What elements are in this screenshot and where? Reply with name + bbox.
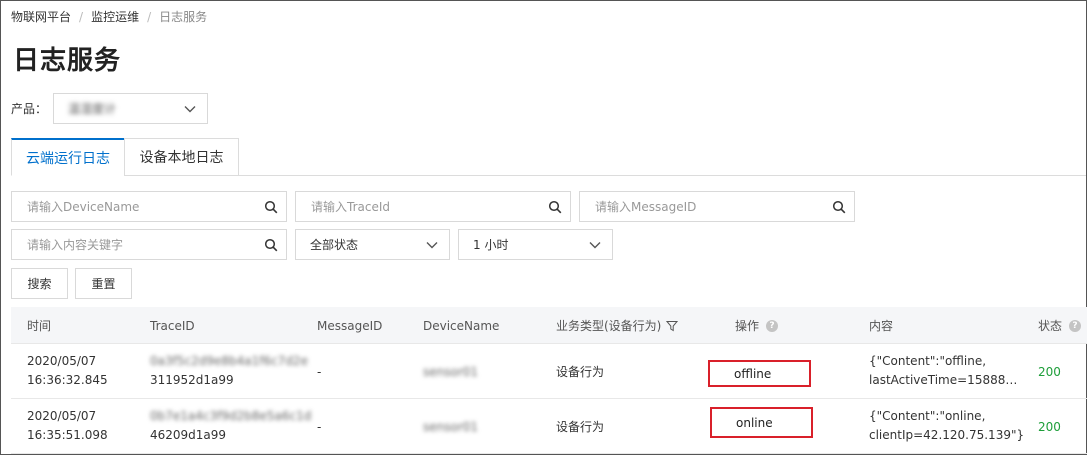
device-name-input[interactable]: 请输入DeviceName [11, 191, 287, 222]
content-line1: {"Content":"online, [869, 409, 986, 423]
breadcrumb-separator: / [147, 9, 152, 24]
cell-biz-type: 设备行为 [556, 365, 605, 379]
device-name-value: sensor01 [423, 364, 479, 379]
breadcrumb-iot-platform[interactable]: 物联网平台 [11, 8, 71, 25]
header-device-name: DeviceName [423, 318, 500, 333]
chevron-down-icon [184, 105, 196, 112]
breadcrumb: 物联网平台 / 监控运维 / 日志服务 [11, 8, 207, 25]
trace-id-placeholder: 请输入TraceId [311, 200, 390, 214]
cell-trace-id: 0b7e1a4c3f9d2b8e5a6c1d 46209d1a99 [150, 407, 311, 445]
cell-message-id: - [317, 419, 322, 434]
cell-clock: 16:35:51.098 [27, 428, 108, 442]
tab-cloud-logs[interactable]: 云端运行日志 [11, 138, 125, 176]
trace-id-line2: 311952d1a99 [150, 373, 234, 387]
header-status-label: 状态 [1038, 319, 1063, 333]
product-select[interactable]: 温湿度计 [53, 93, 209, 124]
cell-operation-highlighted: online [710, 407, 813, 438]
cell-content: {"Content":"offline, lastActiveTime=1588… [869, 352, 1017, 390]
product-select-value: 温湿度计 [68, 102, 117, 116]
chevron-down-icon [589, 241, 601, 248]
status-select-value: 全部状态 [310, 238, 359, 252]
keyword-input[interactable]: 请输入内容关键字 [11, 229, 287, 260]
question-circle-icon[interactable]: ? [766, 319, 779, 332]
header-status: 状态 ? [1038, 307, 1082, 344]
search-icon[interactable] [264, 200, 278, 214]
tab-device-local-logs[interactable]: 设备本地日志 [124, 138, 239, 176]
cell-date: 2020/05/07 [27, 409, 97, 423]
breadcrumb-log-service: 日志服务 [159, 10, 208, 24]
message-id-placeholder: 请输入MessageID [595, 200, 697, 214]
log-table: 时间 TraceID MessageID DeviceName 业务类型(设备行… [11, 307, 1087, 454]
filter-icon[interactable] [666, 320, 679, 332]
table-row[interactable]: 2020/05/07 16:36:32.845 0a3f5c2d9e8b4a1f… [11, 344, 1087, 399]
time-range-select[interactable]: 1 小时 [458, 229, 613, 260]
product-row: 产品： 温湿度计 [11, 93, 209, 124]
table-header: 时间 TraceID MessageID DeviceName 业务类型(设备行… [11, 307, 1087, 344]
cell-content: {"Content":"online, clientIp=42.120.75.1… [869, 407, 1024, 445]
device-name-value: sensor01 [423, 419, 479, 434]
header-biz-type[interactable]: 业务类型(设备行为) [556, 307, 679, 344]
cell-device-name: sensor01 [423, 399, 478, 454]
header-trace-id: TraceID [150, 318, 195, 333]
breadcrumb-separator: / [79, 9, 84, 24]
log-tabs: 云端运行日志 设备本地日志 [11, 138, 1086, 176]
cell-status: 200 [1038, 364, 1061, 379]
content-line2: lastActiveTime=15888… [869, 373, 1018, 387]
cell-operation-highlighted: offline [708, 360, 811, 387]
keyword-placeholder: 请输入内容关键字 [27, 238, 124, 252]
search-icon[interactable] [264, 238, 278, 252]
content-line1: {"Content":"offline, [869, 354, 987, 368]
table-row[interactable]: 2020/05/07 16:35:51.098 0b7e1a4c3f9d2b8e… [11, 399, 1087, 454]
header-time: 时间 [27, 319, 52, 333]
time-range-select-value: 1 小时 [473, 238, 509, 252]
header-operation-label: 操作 [735, 319, 760, 333]
chevron-down-icon [426, 241, 438, 248]
device-name-placeholder: 请输入DeviceName [27, 200, 140, 214]
trace-id-line1: 0a3f5c2d9e8b4a1f6c7d2e [150, 354, 308, 368]
cell-time: 2020/05/07 16:36:32.845 [27, 352, 108, 390]
cell-date: 2020/05/07 [27, 354, 97, 368]
cell-status: 200 [1038, 419, 1061, 434]
question-circle-icon[interactable]: ? [1069, 319, 1082, 332]
message-id-input[interactable]: 请输入MessageID [579, 191, 855, 222]
header-message-id: MessageID [317, 318, 383, 333]
reset-button[interactable]: 重置 [75, 268, 132, 299]
cell-device-name: sensor01 [423, 344, 478, 399]
trace-id-line2: 46209d1a99 [150, 428, 227, 442]
header-content: 内容 [869, 319, 894, 333]
search-icon[interactable] [548, 200, 562, 214]
search-icon[interactable] [832, 200, 846, 214]
trace-id-line1: 0b7e1a4c3f9d2b8e5a6c1d [150, 409, 312, 423]
cell-biz-type: 设备行为 [556, 420, 605, 434]
product-label: 产品： [11, 102, 48, 116]
search-button[interactable]: 搜索 [11, 268, 68, 299]
cell-trace-id: 0a3f5c2d9e8b4a1f6c7d2e 311952d1a99 [150, 352, 308, 390]
breadcrumb-monitoring[interactable]: 监控运维 [91, 8, 139, 25]
page-title: 日志服务 [13, 46, 122, 76]
header-operation: 操作 ? [735, 307, 779, 344]
cell-time: 2020/05/07 16:35:51.098 [27, 407, 108, 445]
status-select[interactable]: 全部状态 [295, 229, 450, 260]
content-line2: clientIp=42.120.75.139"} [869, 428, 1025, 442]
cell-message-id: - [317, 364, 322, 379]
header-biz-type-label: 业务类型(设备行为) [556, 319, 662, 333]
cell-clock: 16:36:32.845 [27, 373, 108, 387]
trace-id-input[interactable]: 请输入TraceId [295, 191, 571, 222]
